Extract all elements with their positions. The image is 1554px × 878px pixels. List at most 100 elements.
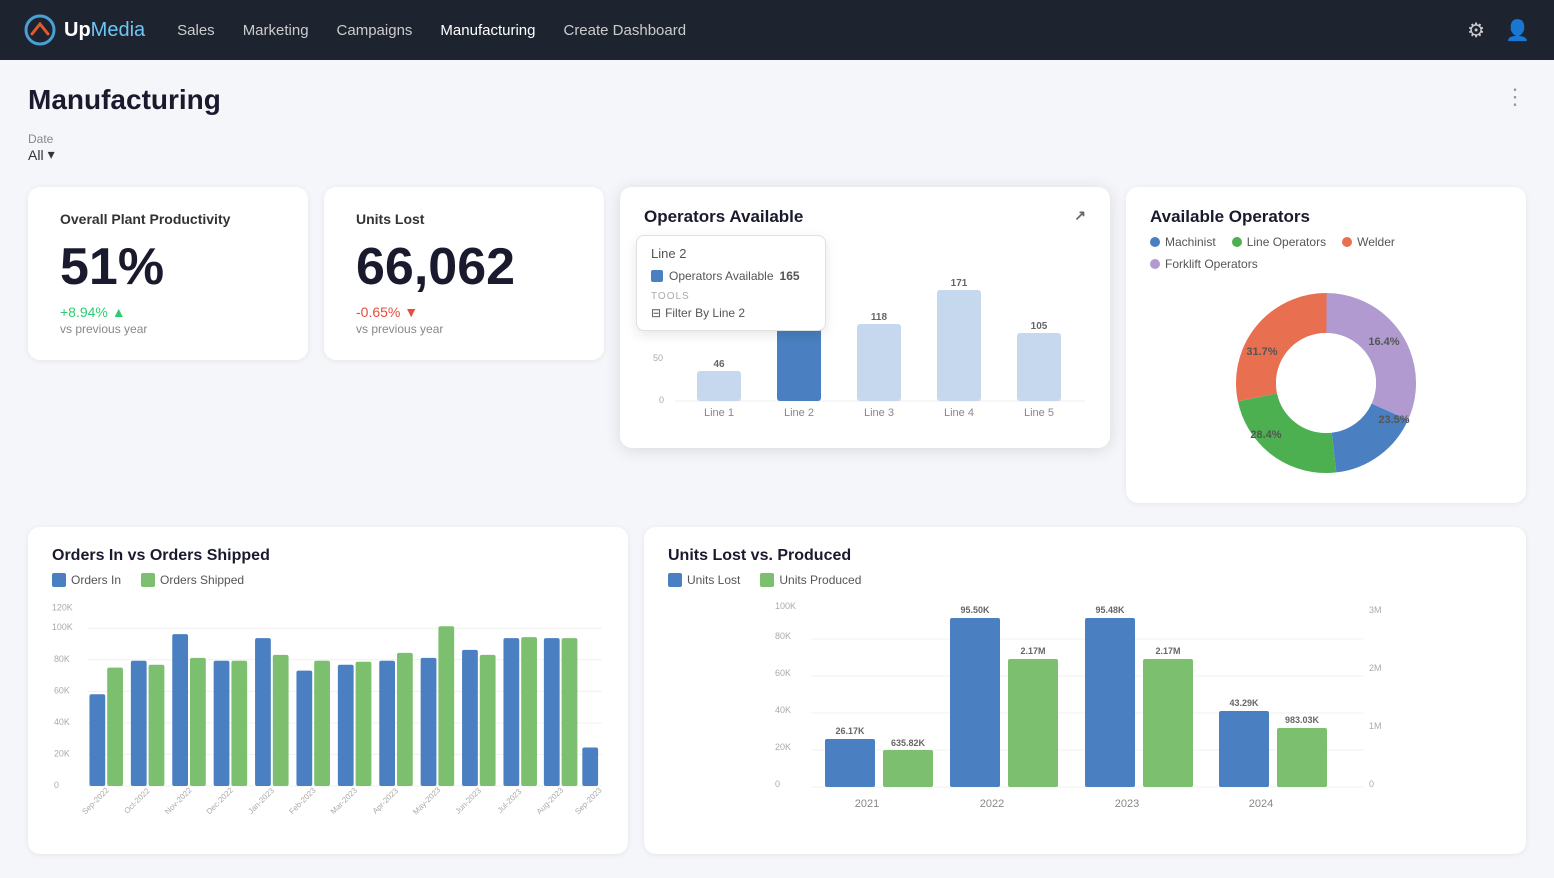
svg-text:120K: 120K: [52, 603, 73, 613]
operators-card-header: Operators Available ↗: [644, 207, 1086, 227]
bar-orders-in-2[interactable]: [172, 634, 188, 786]
filter-dropdown[interactable]: All ▾: [28, 146, 1526, 163]
logo: UpMedia: [24, 14, 145, 46]
bar-orders-in-6[interactable]: [338, 665, 354, 786]
bar-orders-shipped-10[interactable]: [521, 637, 537, 786]
bar-orders-shipped-7[interactable]: [397, 653, 413, 786]
bar-orders-shipped-5[interactable]: [314, 661, 330, 786]
page-content: Manufacturing ⋮ Date All ▾ Overall Plant…: [0, 60, 1554, 878]
nav-sales[interactable]: Sales: [177, 18, 215, 43]
nav-marketing[interactable]: Marketing: [243, 18, 309, 43]
kpi-productivity-card: Overall Plant Productivity 51% +8.94% ▲ …: [28, 187, 308, 360]
bar-orders-in-5[interactable]: [296, 671, 312, 786]
legend-units-lost: Units Lost: [668, 573, 740, 587]
expand-icon[interactable]: ↗: [1074, 207, 1086, 227]
donut-title: Available Operators: [1150, 207, 1502, 227]
filter-icon: ⊟: [651, 306, 661, 320]
svg-text:40K: 40K: [54, 717, 70, 727]
bar-orders-in-4[interactable]: [255, 638, 271, 786]
tooltip-popup: Line 2 Operators Available 165 TOOLS ⊟ F…: [636, 235, 826, 331]
bar-orders-shipped-2[interactable]: [190, 658, 206, 786]
svg-text:80K: 80K: [54, 654, 70, 664]
bar-orders-in-12[interactable]: [582, 748, 598, 786]
orders-card: Orders In vs Orders Shipped Orders In Or…: [28, 527, 628, 854]
bar-line1[interactable]: [697, 371, 741, 401]
svg-text:Apr-2023: Apr-2023: [371, 786, 401, 816]
svg-text:Jun-2023: Jun-2023: [453, 786, 483, 816]
svg-text:2.17M: 2.17M: [1020, 646, 1045, 656]
bar-orders-in-0[interactable]: [89, 694, 105, 786]
svg-text:95.50K: 95.50K: [960, 605, 990, 615]
bar-orders-shipped-11[interactable]: [562, 638, 578, 786]
svg-text:26.17K: 26.17K: [835, 726, 865, 736]
svg-text:Nov-2022: Nov-2022: [163, 786, 194, 817]
svg-text:46: 46: [713, 359, 725, 370]
units-card: Units Lost vs. Produced Units Lost Units…: [644, 527, 1526, 854]
nav-create-dashboard[interactable]: Create Dashboard: [563, 18, 686, 43]
bar-lost-2023[interactable]: [1085, 618, 1135, 787]
legend-forklift: Forklift Operators: [1150, 257, 1258, 271]
orders-legend: Orders In Orders Shipped: [52, 573, 604, 587]
svg-text:Sep-2023: Sep-2023: [573, 785, 604, 816]
svg-text:20K: 20K: [54, 748, 70, 758]
nav-links: Sales Marketing Campaigns Manufacturing …: [177, 18, 1435, 43]
bar-orders-shipped-9[interactable]: [480, 655, 496, 786]
bar-orders-in-10[interactable]: [503, 638, 519, 786]
page-menu-icon[interactable]: ⋮: [1504, 84, 1526, 110]
bar-orders-shipped-4[interactable]: [273, 655, 289, 786]
operators-card: Operators Available ↗ Line 2 Operators A…: [620, 187, 1110, 448]
svg-text:Jan-2023: Jan-2023: [246, 786, 276, 816]
bar-orders-shipped-6[interactable]: [356, 662, 372, 786]
bar-orders-in-8[interactable]: [421, 658, 437, 786]
svg-text:50: 50: [653, 353, 663, 363]
legend-line-operators: Line Operators: [1232, 235, 1326, 249]
orders-title: Orders In vs Orders Shipped: [52, 547, 604, 565]
bar-lost-2022[interactable]: [950, 618, 1000, 787]
bar-line4[interactable]: [937, 290, 981, 401]
user-icon[interactable]: 👤: [1505, 18, 1530, 43]
bar-produced-2022[interactable]: [1008, 659, 1058, 787]
svg-text:2021: 2021: [855, 798, 879, 810]
bar-orders-shipped-1[interactable]: [149, 665, 165, 786]
bar-orders-in-3[interactable]: [214, 661, 230, 786]
bar-produced-2024[interactable]: [1277, 728, 1327, 787]
bar-line3[interactable]: [857, 324, 901, 401]
nav-campaigns[interactable]: Campaigns: [337, 18, 413, 43]
bar-produced-2021[interactable]: [883, 750, 933, 787]
tooltip-legend: Operators Available 165: [651, 269, 811, 283]
units-legend: Units Lost Units Produced: [668, 573, 1502, 587]
svg-text:Dec-2022: Dec-2022: [205, 786, 236, 817]
svg-text:40K: 40K: [775, 705, 791, 715]
gear-icon[interactable]: ⚙: [1467, 18, 1485, 43]
bar-line5[interactable]: [1017, 333, 1061, 401]
svg-text:Line 5: Line 5: [1024, 407, 1054, 419]
units-chart-svg: 0 20K 40K 60K 80K 100K 0 1M 2M 3M: [668, 599, 1502, 829]
cards-row: Overall Plant Productivity 51% +8.94% ▲ …: [28, 187, 1526, 503]
svg-text:Sep-2022: Sep-2022: [80, 786, 111, 817]
svg-text:983.03K: 983.03K: [1285, 715, 1320, 725]
legend-orders-in: Orders In: [52, 573, 121, 587]
svg-text:100K: 100K: [775, 601, 796, 611]
bar-orders-shipped-0[interactable]: [107, 668, 123, 786]
tooltip-line: Line 2: [651, 246, 811, 261]
bar-produced-2023[interactable]: [1143, 659, 1193, 787]
filter-button[interactable]: ⊟ Filter By Line 2: [651, 306, 811, 320]
bar-lost-2021[interactable]: [825, 739, 875, 787]
svg-text:80K: 80K: [775, 631, 791, 641]
svg-text:28.4%: 28.4%: [1250, 429, 1281, 441]
nav-manufacturing[interactable]: Manufacturing: [440, 18, 535, 43]
bar-lost-2024[interactable]: [1219, 711, 1269, 787]
page-title: Manufacturing: [28, 84, 221, 116]
tools-label: TOOLS: [651, 291, 811, 302]
bar-orders-in-7[interactable]: [379, 661, 395, 786]
svg-text:60K: 60K: [775, 668, 791, 678]
bar-orders-shipped-8[interactable]: [438, 626, 454, 786]
svg-text:2023: 2023: [1115, 798, 1139, 810]
bar-orders-shipped-3[interactable]: [231, 661, 247, 786]
bar-orders-in-1[interactable]: [131, 661, 147, 786]
bar-orders-in-9[interactable]: [462, 650, 478, 786]
kpi2-sub: vs previous year: [356, 322, 572, 336]
bar-orders-in-11[interactable]: [544, 638, 560, 786]
svg-text:118: 118: [871, 312, 888, 323]
svg-text:0: 0: [659, 395, 664, 405]
